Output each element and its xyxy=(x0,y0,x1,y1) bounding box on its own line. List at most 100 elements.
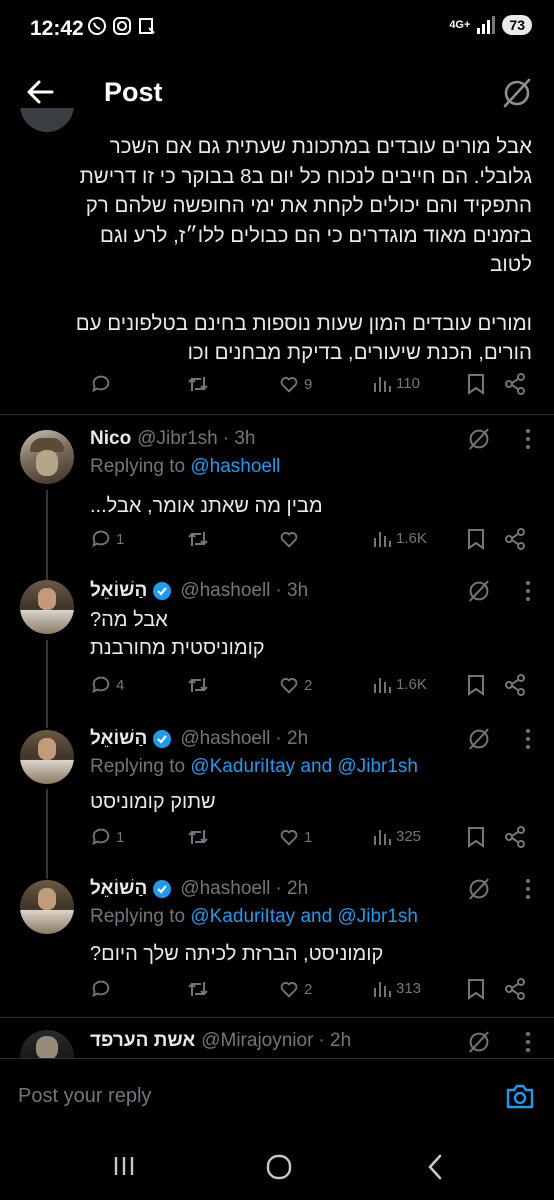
grok-icon xyxy=(469,728,489,750)
view-count: 1.6K xyxy=(396,529,427,547)
whatsapp-icon xyxy=(88,17,106,35)
bookmark-button[interactable] xyxy=(467,373,485,395)
user-name[interactable]: הַשׁוֹאֵל xyxy=(90,878,147,900)
more-vertical-icon xyxy=(526,429,530,449)
view-count: 313 xyxy=(396,979,422,997)
like-button[interactable]: 9 xyxy=(278,373,312,395)
reply-button[interactable]: 1 xyxy=(90,528,124,550)
like-count: 2 xyxy=(304,980,313,998)
share-button[interactable] xyxy=(504,528,526,550)
reply-input[interactable]: Post your reply xyxy=(18,1085,151,1108)
view-count: 1.6K xyxy=(396,675,427,693)
reply-icon xyxy=(92,676,110,694)
user-name[interactable]: הַשׁוֹאֵל xyxy=(90,580,147,602)
divider xyxy=(0,414,554,415)
grok-button[interactable] xyxy=(466,578,492,604)
reply-button[interactable]: 4 xyxy=(90,674,124,696)
user-handle[interactable]: @hashoell xyxy=(180,580,270,602)
views-button[interactable]: 110 xyxy=(372,373,420,393)
views-button[interactable]: 325 xyxy=(372,826,421,846)
tweet-actions: 2 313 xyxy=(0,978,554,1008)
user-handle[interactable]: @hashoell xyxy=(180,728,270,750)
reply-button[interactable] xyxy=(90,373,116,395)
avatar[interactable] xyxy=(20,880,74,934)
mention-link[interactable]: @KaduriItay and @Jibr1sh xyxy=(190,756,418,777)
user-name[interactable]: הַשׁוֹאֵל xyxy=(90,728,147,750)
grok-button[interactable] xyxy=(466,726,492,752)
tweet-header: Nico @Jibr1sh · 3h xyxy=(90,426,494,452)
more-button[interactable] xyxy=(524,428,532,450)
main-post-avatar[interactable] xyxy=(20,108,74,132)
tweet-line: קומוניסטית מחורבנת xyxy=(90,637,265,659)
avatar[interactable] xyxy=(20,430,74,484)
user-handle[interactable]: @hashoell xyxy=(180,878,270,900)
view-count: 325 xyxy=(396,827,422,845)
divider xyxy=(0,1017,554,1018)
grok-button[interactable] xyxy=(466,426,492,452)
share-button[interactable] xyxy=(504,826,526,848)
replying-to: Replying to @KaduriItay and @Jibr1sh xyxy=(90,906,418,927)
bookmark-icon xyxy=(468,529,484,550)
grok-button[interactable] xyxy=(466,1029,492,1055)
replying-to: Replying to @KaduriItay and @Jibr1sh xyxy=(90,756,418,777)
battery-badge: 73 xyxy=(502,15,532,35)
grok-button[interactable] xyxy=(500,76,534,110)
share-button[interactable] xyxy=(504,978,526,1000)
camera-button[interactable] xyxy=(506,1083,534,1109)
reply-icon xyxy=(92,980,110,998)
like-button[interactable]: 1 xyxy=(278,826,312,848)
bookmark-button[interactable] xyxy=(467,826,485,848)
repost-button[interactable] xyxy=(186,826,210,848)
user-handle[interactable]: @Mirajoynior xyxy=(201,1030,313,1052)
home-button[interactable] xyxy=(266,1154,292,1180)
repost-button[interactable] xyxy=(186,373,214,395)
more-button[interactable] xyxy=(524,580,532,602)
like-button[interactable]: 2 xyxy=(278,674,312,696)
share-button[interactable] xyxy=(504,674,526,696)
grok-icon xyxy=(469,878,489,900)
avatar[interactable] xyxy=(20,730,74,784)
repost-button[interactable] xyxy=(186,674,210,696)
repost-button[interactable] xyxy=(186,978,210,1000)
back-nav-button[interactable] xyxy=(426,1154,444,1180)
like-button[interactable] xyxy=(278,528,300,550)
reply-button[interactable]: 1 xyxy=(90,826,124,848)
verified-badge-icon xyxy=(153,880,172,898)
avatar[interactable] xyxy=(20,580,74,634)
instagram-icon xyxy=(113,17,131,35)
user-handle[interactable]: @Jibr1sh xyxy=(137,428,218,450)
more-button[interactable] xyxy=(524,878,532,900)
like-button[interactable]: 2 xyxy=(278,978,312,1000)
views-button[interactable]: 1.6K xyxy=(372,528,427,548)
repost-button[interactable] xyxy=(186,528,210,550)
share-icon xyxy=(505,373,525,395)
repost-icon xyxy=(188,377,208,391)
user-name[interactable]: Nico xyxy=(90,428,131,450)
heart-icon xyxy=(280,982,298,998)
recent-apps-icon xyxy=(114,1157,134,1175)
avatar[interactable] xyxy=(20,1030,74,1058)
repost-icon xyxy=(188,532,208,546)
signal-icon xyxy=(477,16,496,34)
more-button[interactable] xyxy=(524,728,532,750)
analytics-icon xyxy=(374,830,391,845)
share-button[interactable] xyxy=(504,373,526,395)
back-arrow-icon xyxy=(27,80,54,104)
views-button[interactable]: 1.6K xyxy=(372,674,427,694)
user-name[interactable]: אשת הערפד xyxy=(90,1030,195,1052)
grok-button[interactable] xyxy=(466,876,492,902)
more-button[interactable] xyxy=(524,1031,532,1053)
mention-link[interactable]: @hashoell xyxy=(190,456,280,477)
bookmark-button[interactable] xyxy=(467,528,485,550)
recent-apps-button[interactable] xyxy=(112,1154,136,1178)
share-icon xyxy=(505,674,525,696)
bookmark-button[interactable] xyxy=(467,674,485,696)
share-icon xyxy=(505,978,525,1000)
mention-link[interactable]: @KaduriItay and @Jibr1sh xyxy=(190,906,418,927)
tweet-actions: 1 1 325 xyxy=(0,826,554,856)
heart-icon xyxy=(280,830,298,846)
reply-button[interactable] xyxy=(90,978,116,1000)
back-button[interactable] xyxy=(24,76,56,108)
views-button[interactable]: 313 xyxy=(372,978,421,998)
bookmark-button[interactable] xyxy=(467,978,485,1000)
